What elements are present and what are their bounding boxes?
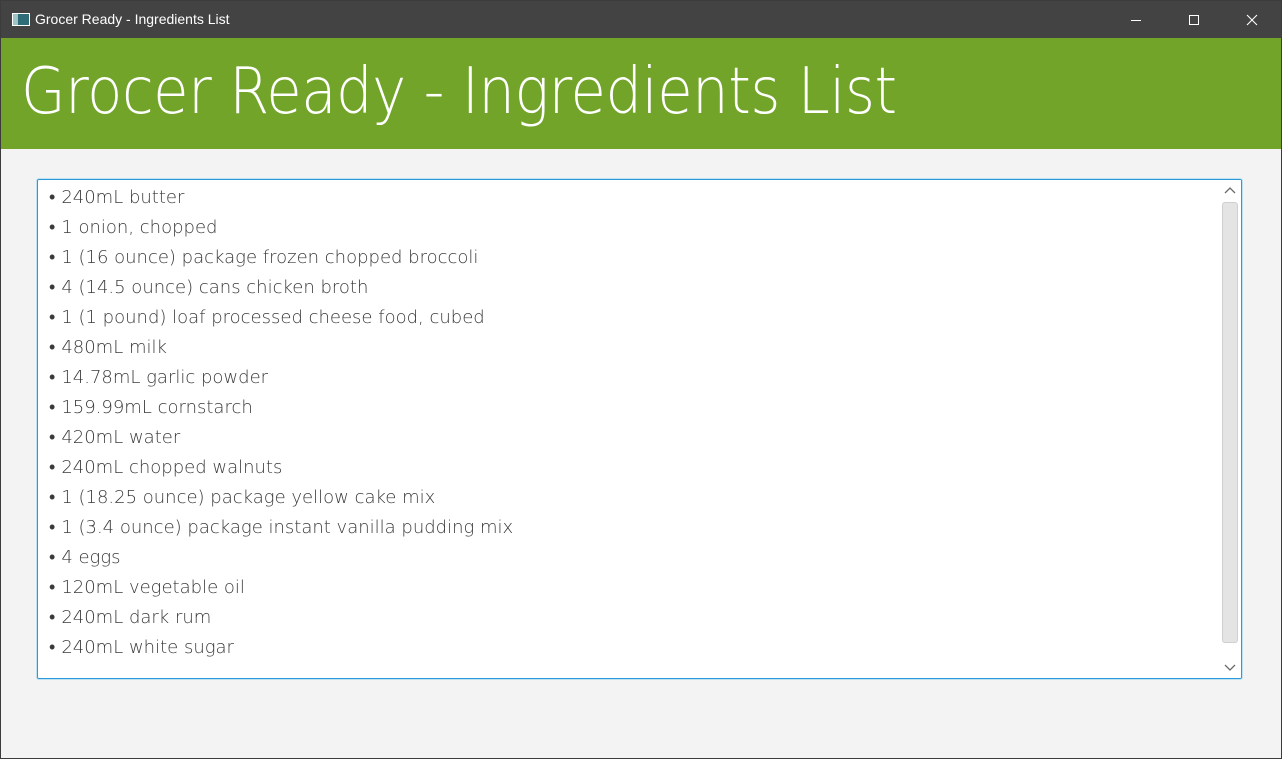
list-item[interactable]: • 240mL butter <box>49 183 1209 213</box>
window-title: Grocer Ready - Ingredients List <box>35 11 230 27</box>
bullet: • <box>49 337 56 358</box>
scroll-down-button[interactable] <box>1219 658 1241 678</box>
close-button[interactable] <box>1223 1 1281 38</box>
list-item[interactable]: • 1 (1 pound) loaf processed cheese food,… <box>49 303 1209 333</box>
ingredient-text: 4 (14.5 ounce) cans chicken broth <box>61 277 369 298</box>
bullet: • <box>49 517 56 538</box>
ingredient-text: 159.99mL cornstarch <box>61 397 253 418</box>
page-header: Grocer Ready - Ingredients List <box>1 38 1281 149</box>
list-item[interactable]: • 159.99mL cornstarch <box>49 393 1209 423</box>
ingredient-text: 1 (3.4 ounce) package instant vanilla pu… <box>61 517 514 538</box>
list-item[interactable]: • 1 onion, chopped <box>49 213 1209 243</box>
bullet: • <box>49 247 56 268</box>
ingredient-text: 480mL milk <box>61 337 167 358</box>
list-item[interactable]: • 240mL white sugar <box>49 633 1209 663</box>
list-item[interactable]: • 480mL milk <box>49 333 1209 363</box>
bullet: • <box>49 637 56 658</box>
bullet: • <box>49 577 56 598</box>
bullet: • <box>49 307 56 328</box>
ingredient-text: 1 (1 pound) loaf processed cheese food, … <box>61 307 485 328</box>
list-item[interactable]: • 14.78mL garlic powder <box>49 363 1209 393</box>
bullet: • <box>49 397 56 418</box>
title-bar[interactable]: Grocer Ready - Ingredients List <box>1 1 1281 38</box>
minimize-button[interactable] <box>1107 1 1165 38</box>
vertical-scrollbar[interactable] <box>1219 180 1241 678</box>
ingredients-list-box[interactable]: • 240mL butter • 1 onion, chopped • 1 (16 oun… <box>37 179 1242 679</box>
page-title: Grocer Ready - Ingredients List <box>21 55 897 129</box>
close-icon <box>1246 14 1258 25</box>
ingredient-text: 1 (16 ounce) package frozen chopped broc… <box>61 247 479 268</box>
list-item[interactable]: • 1 (3.4 ounce) package instant vanilla p… <box>49 513 1209 543</box>
ingredient-text: 240mL butter <box>61 187 185 208</box>
maximize-icon <box>1189 14 1199 25</box>
bullet: • <box>49 547 56 568</box>
list-item[interactable]: • 1 (16 ounce) package frozen chopped bro… <box>49 243 1209 273</box>
ingredients-list[interactable]: • 240mL butter • 1 onion, chopped • 1 (16 oun… <box>49 183 1209 663</box>
list-item[interactable]: • 120mL vegetable oil <box>49 573 1209 603</box>
list-item[interactable]: • 4 (14.5 ounce) cans chicken broth <box>49 273 1209 303</box>
list-item[interactable]: • 420mL water <box>49 423 1209 453</box>
bullet: • <box>49 427 56 448</box>
bullet: • <box>49 607 56 628</box>
scroll-track[interactable] <box>1222 202 1238 656</box>
bullet: • <box>49 487 56 508</box>
ingredient-text: 1 onion, chopped <box>61 217 218 238</box>
ingredient-text: 1 (18.25 ounce) package yellow cake mix <box>61 487 436 508</box>
bullet: • <box>49 457 56 478</box>
list-item[interactable]: • 240mL dark rum <box>49 603 1209 633</box>
ingredient-text: 420mL water <box>61 427 181 448</box>
ingredient-text: 120mL vegetable oil <box>61 577 245 598</box>
ingredient-text: 14.78mL garlic powder <box>61 367 269 388</box>
scroll-thumb[interactable] <box>1222 202 1238 643</box>
list-item[interactable]: • 240mL chopped walnuts <box>49 453 1209 483</box>
scroll-up-button[interactable] <box>1219 180 1241 200</box>
app-window: Grocer Ready - Ingredients List Grocer R… <box>0 0 1282 759</box>
ingredient-text: 240mL dark rum <box>61 607 212 628</box>
minimize-icon <box>1131 19 1141 21</box>
list-item[interactable]: • 4 eggs <box>49 543 1209 573</box>
bullet: • <box>49 217 56 238</box>
app-window-icon <box>12 13 30 26</box>
ingredient-text: 240mL chopped walnuts <box>61 457 283 478</box>
maximize-button[interactable] <box>1165 1 1223 38</box>
ingredient-text: 4 eggs <box>61 547 121 568</box>
chevron-down-icon <box>1224 664 1236 671</box>
bullet: • <box>49 187 56 208</box>
list-item[interactable]: • 1 (18.25 ounce) package yellow cake mix <box>49 483 1209 513</box>
bullet: • <box>49 367 56 388</box>
chevron-up-icon <box>1224 187 1236 194</box>
bullet: • <box>49 277 56 298</box>
ingredient-text: 240mL white sugar <box>61 637 234 658</box>
